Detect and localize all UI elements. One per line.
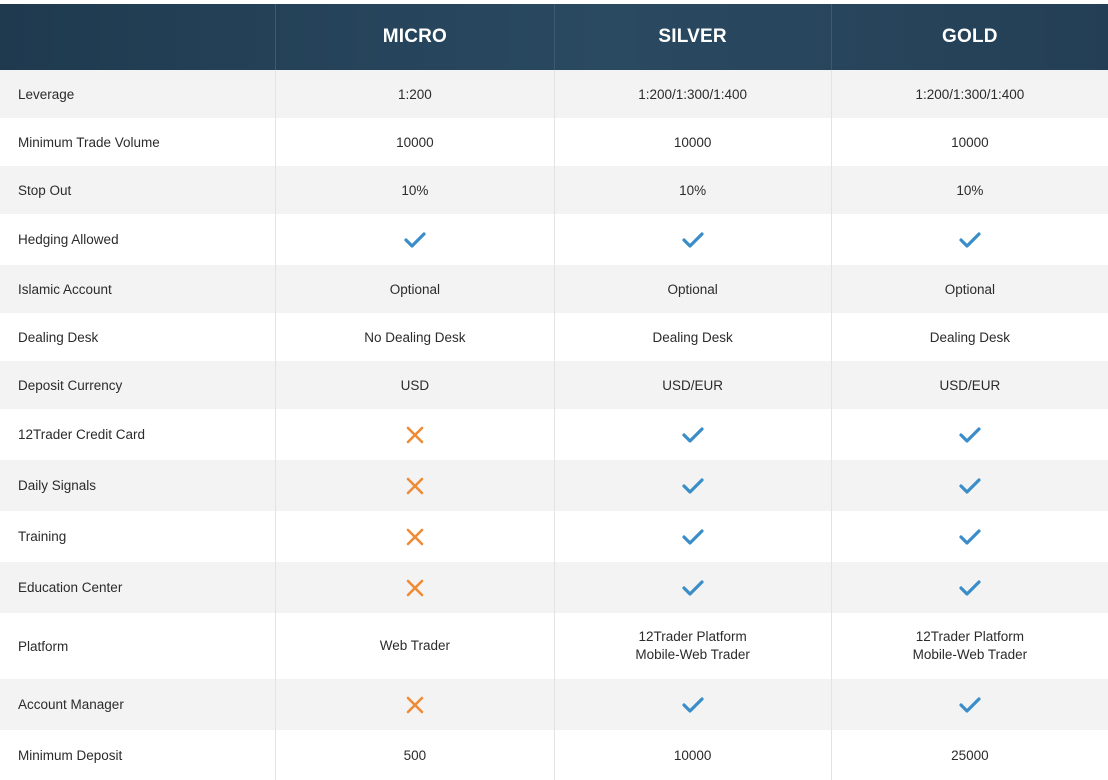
value-cell-gold: Optional [830,265,1108,313]
check-icon [830,562,1108,613]
check-icon [830,214,1108,265]
value-cell-silver: 1:200/1:300/1:400 [553,70,831,118]
value-cell-micro: 10000 [275,118,553,166]
check-icon [553,214,831,265]
feature-label: Minimum Deposit [18,747,123,763]
value-cell-micro: 10% [275,166,553,214]
feature-label: Education Center [18,580,123,595]
feature-label: Stop Out [18,182,72,198]
feature-label: Islamic Account [18,281,112,297]
check-icon [553,511,831,562]
feature-label: Training [18,529,67,544]
multiline-value: 12Trader Platform Mobile-Web Trader [913,628,1028,664]
table-row: Deposit Currency USD USD/EUR USD/EUR [0,361,1108,409]
value-cell-gold: 1:200/1:300/1:400 [830,70,1108,118]
value-cell-gold: 10000 [830,118,1108,166]
value-cell-micro: 500 [275,730,553,780]
check-icon [830,409,1108,460]
value-cell-silver: Optional [553,265,831,313]
value-cell-gold: 10% [830,166,1108,214]
value-cell-micro: USD [275,361,553,409]
check-icon [553,562,831,613]
table-row: Hedging Allowed [0,214,1108,265]
value-line: 12Trader Platform [638,629,747,644]
table-row: Training [0,511,1108,562]
feature-label: 12Trader Credit Card [18,427,146,442]
feature-label: Daily Signals [18,478,97,493]
value-line: 12Trader Platform [915,629,1025,644]
check-icon [553,460,831,511]
check-icon [830,511,1108,562]
feature-label: Leverage [18,86,75,102]
cross-icon [275,460,553,511]
check-icon [275,214,553,265]
value-cell-silver: Dealing Desk [553,313,831,361]
table-row: Platform Web Trader 12Trader Platform Mobil… [0,613,1108,679]
cross-icon [275,409,553,460]
comparison-table-body: Leverage 1:200 1:200/1:300/1:400 1:200/1:30… [0,70,1108,780]
table-row: Islamic Account Optional Optional Optional [0,265,1108,313]
comparison-header: MICRO SILVER GOLD [0,4,1108,70]
value-cell-silver: 12Trader Platform Mobile-Web Trader [553,613,831,679]
value-cell-micro: Optional [275,265,553,313]
plan-header-gold: GOLD [830,4,1108,70]
value-cell-gold: Dealing Desk [830,313,1108,361]
value-line: Web Trader [379,638,451,653]
value-cell-gold: 12Trader Platform Mobile-Web Trader [830,613,1108,679]
cross-icon [275,511,553,562]
multiline-value: Web Trader [380,637,450,655]
feature-label: Deposit Currency [18,377,123,393]
feature-label: Account Manager [18,697,124,712]
table-row: Account Manager [0,679,1108,730]
value-cell-silver: 10000 [553,118,831,166]
feature-label: Platform [18,638,69,654]
table-row: Minimum Deposit 500 10000 25000 [0,730,1108,780]
cross-icon [275,562,553,613]
plan-header-micro: MICRO [275,4,553,70]
feature-label: Dealing Desk [18,329,99,345]
check-icon [830,679,1108,730]
value-cell-gold: USD/EUR [830,361,1108,409]
check-icon [553,409,831,460]
value-cell-silver: 10% [553,166,831,214]
table-row: 12Trader Credit Card [0,409,1108,460]
value-cell-silver: USD/EUR [553,361,831,409]
table-row: Daily Signals [0,460,1108,511]
table-row: Stop Out 10% 10% 10% [0,166,1108,214]
check-icon [830,460,1108,511]
table-row: Education Center [0,562,1108,613]
value-cell-micro: No Dealing Desk [275,313,553,361]
check-icon [553,679,831,730]
header-blank-cell [0,4,275,70]
value-line: Mobile-Web Trader [635,647,750,662]
value-cell-micro: Web Trader [275,613,553,679]
value-cell-micro: 1:200 [275,70,553,118]
table-row: Minimum Trade Volume 10000 10000 10000 [0,118,1108,166]
table-row: Leverage 1:200 1:200/1:300/1:400 1:200/1:30… [0,70,1108,118]
value-cell-gold: 25000 [830,730,1108,780]
feature-label: Hedging Allowed [18,232,119,247]
value-cell-silver: 10000 [553,730,831,780]
multiline-value: 12Trader Platform Mobile-Web Trader [635,628,750,664]
plan-header-silver: SILVER [553,4,831,70]
table-row: Dealing Desk No Dealing Desk Dealing Desk D… [0,313,1108,361]
cross-icon [275,679,553,730]
feature-label: Minimum Trade Volume [18,134,160,150]
value-line: Mobile-Web Trader [912,647,1028,662]
